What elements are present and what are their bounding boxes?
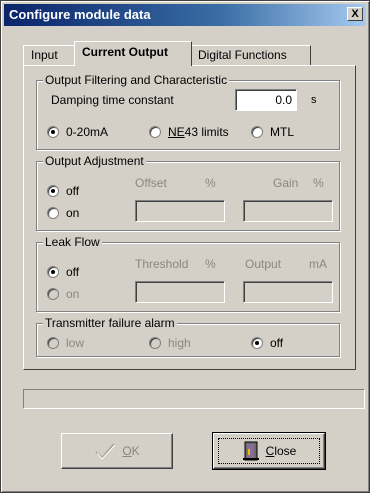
tab-digital-functions[interactable]: Digital Functions (190, 45, 311, 65)
radio-alarm-low[interactable]: low (47, 336, 84, 350)
tab-digital-functions-label: Digital Functions (198, 48, 287, 62)
radio-0-20ma-dot[interactable] (47, 126, 59, 138)
check-icon (95, 443, 116, 460)
radio-mtl-dot[interactable] (251, 126, 263, 138)
title-bar: Configure module data X (4, 4, 366, 26)
tab-input[interactable]: Input (23, 45, 79, 65)
radio-alarm-low-dot[interactable] (47, 337, 59, 349)
output-filtering-legend: Output Filtering and Characteristic (43, 73, 230, 87)
configure-module-dialog: Configure module data X Input Current Ou… (0, 0, 370, 493)
failure-alarm-group: Transmitter failure alarm low high off (36, 316, 340, 357)
radio-mtl-label: MTL (270, 125, 294, 139)
radio-adjustment-on-label: on (66, 206, 80, 220)
leak-output-input-box[interactable] (244, 282, 332, 302)
close-button[interactable]: Close (212, 432, 326, 470)
radio-ne43-label-prefix: NE (168, 125, 185, 139)
offset-input[interactable] (135, 200, 225, 222)
close-door-icon (242, 441, 259, 461)
radio-mtl[interactable]: MTL (251, 125, 294, 139)
radio-alarm-high[interactable]: high (149, 336, 191, 350)
output-adjustment-legend: Output Adjustment (43, 154, 146, 168)
radio-alarm-high-dot[interactable] (149, 337, 161, 349)
tab-input-label: Input (31, 48, 58, 62)
close-icon: X (351, 8, 359, 20)
radio-alarm-off[interactable]: off (251, 336, 283, 350)
radio-adjustment-on[interactable]: on (47, 206, 79, 220)
leak-output-input[interactable] (243, 281, 333, 303)
offset-input-box[interactable] (136, 201, 224, 221)
radio-leak-on-label: on (66, 287, 80, 301)
tab-current-output[interactable]: Current Output (74, 41, 192, 66)
radio-alarm-low-label: low (66, 336, 85, 350)
radio-ne43-limits[interactable]: NE43 limits (149, 125, 229, 139)
radio-adjustment-on-dot[interactable] (47, 207, 59, 219)
offset-unit: % (205, 176, 216, 190)
damping-input-box[interactable] (236, 90, 296, 110)
window-title: Configure module data (9, 7, 151, 22)
tab-current-output-label: Current Output (82, 45, 168, 59)
ok-label-accel: O (122, 444, 132, 458)
failure-alarm-legend: Transmitter failure alarm (43, 316, 177, 330)
output-filtering-group: Output Filtering and Characteristic Damp… (36, 73, 340, 150)
radio-adjustment-off[interactable]: off (47, 184, 79, 198)
damping-input[interactable] (235, 89, 297, 111)
ok-label-rest: K (131, 444, 140, 458)
output-adjustment-group: Output Adjustment off on Offset % Gain % (36, 154, 340, 231)
close-label: Close (266, 444, 297, 458)
damping-unit: s (311, 94, 317, 106)
radio-leak-off[interactable]: off (47, 265, 79, 279)
gain-input[interactable] (243, 200, 333, 222)
threshold-label: Threshold (135, 257, 189, 271)
ok-label: OK (122, 444, 139, 458)
radio-alarm-high-label: high (168, 336, 191, 350)
radio-adjustment-off-label: off (66, 184, 80, 198)
leak-flow-legend: Leak Flow (43, 235, 102, 249)
leak-flow-group: Leak Flow off on Threshold % Output mA (36, 235, 340, 312)
ok-button[interactable]: OK (61, 433, 173, 469)
radio-adjustment-off-dot[interactable] (47, 185, 59, 197)
radio-alarm-off-label: off (270, 336, 284, 350)
gain-unit: % (313, 176, 324, 190)
radio-leak-on-dot[interactable] (47, 288, 59, 300)
radio-ne43-label-rest: 43 limits (184, 125, 229, 139)
threshold-unit: % (205, 257, 216, 271)
threshold-input-box[interactable] (136, 282, 224, 302)
radio-ne43-label: NE43 limits (168, 125, 229, 139)
radio-leak-on[interactable]: on (47, 287, 79, 301)
close-label-rest: lose (274, 444, 297, 458)
radio-0-20ma-label: 0-20mA (66, 125, 109, 139)
radio-leak-off-dot[interactable] (47, 266, 59, 278)
threshold-input[interactable] (135, 281, 225, 303)
status-bar (23, 389, 365, 409)
damping-label: Damping time constant (51, 93, 174, 107)
leak-output-unit: mA (309, 257, 327, 271)
gain-label: Gain (273, 176, 299, 190)
tab-strip: Input Current Output Digital Functions (23, 41, 343, 66)
radio-alarm-off-dot[interactable] (251, 337, 263, 349)
radio-ne43-dot[interactable] (149, 126, 161, 138)
radio-0-20ma[interactable]: 0-20mA (47, 125, 108, 139)
tab-panel-current-output: Output Filtering and Characteristic Damp… (23, 65, 356, 370)
radio-leak-off-label: off (66, 265, 80, 279)
offset-label: Offset (135, 176, 167, 190)
gain-input-box[interactable] (244, 201, 332, 221)
window-close-button[interactable]: X (347, 7, 363, 21)
leak-output-label: Output (245, 257, 282, 271)
